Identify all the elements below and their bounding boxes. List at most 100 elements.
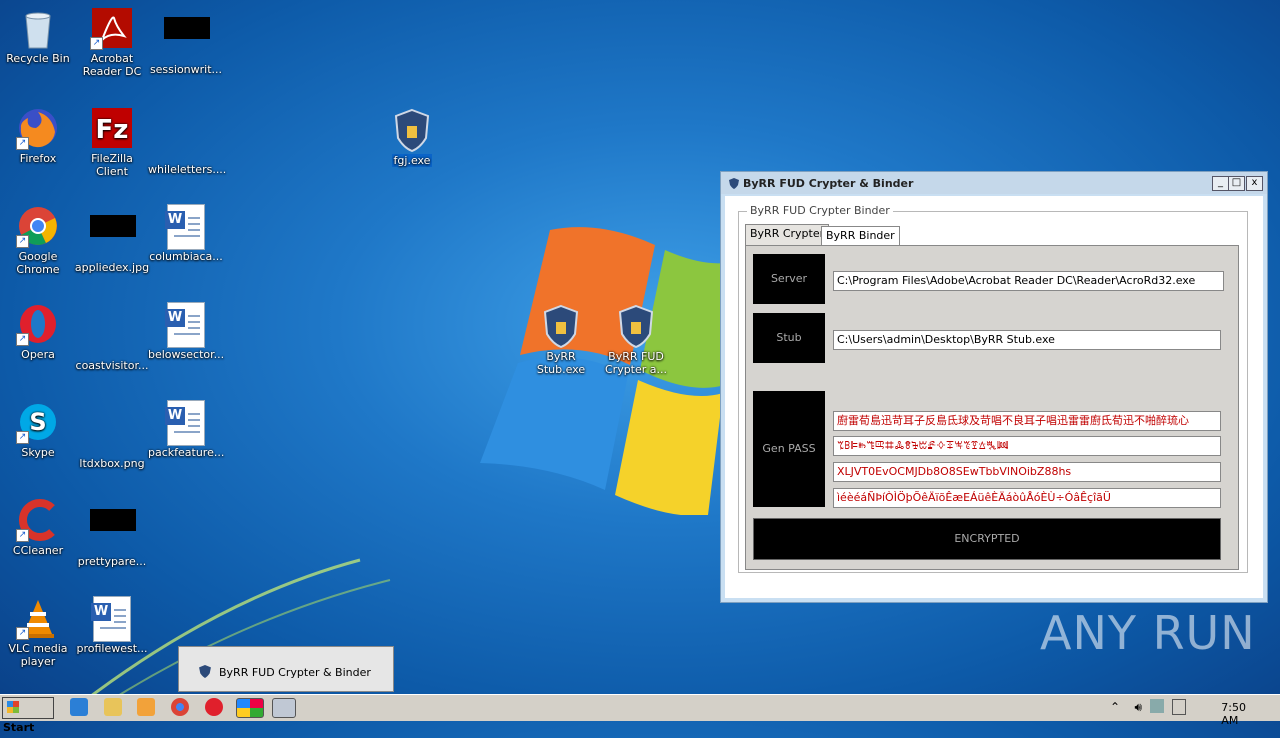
encrypted-button[interactable]: ENCRYPTED: [753, 518, 1221, 560]
gen-pass-button[interactable]: Gen PASS: [753, 391, 825, 507]
desktop-icon-whileletters[interactable]: whileletters....: [148, 106, 227, 176]
anyrun-watermark: ANY RUN: [1040, 606, 1256, 660]
desktop-icon-label: Skype: [21, 446, 55, 459]
crypter-taskbar-icon[interactable]: [272, 698, 296, 718]
desktop-icon-byrr-crypter[interactable]: ByRR FUD Crypter a...: [598, 304, 674, 376]
desktop-icon-label: ByRR FUD Crypter a...: [604, 350, 668, 376]
tab-byrr-binder[interactable]: ByRR Binder: [821, 226, 900, 246]
volume-icon[interactable]: 🔊︎: [1134, 700, 1142, 715]
chrome-taskbar-icon[interactable]: [171, 698, 189, 716]
desktop-icon-packfeature[interactable]: W packfeature...: [148, 400, 224, 459]
stub-label[interactable]: Stub: [753, 313, 825, 363]
firefox-icon: ↗: [16, 106, 60, 150]
desktop-icon-prettypare[interactable]: prettypare...: [74, 498, 150, 568]
taskbar-window-preview[interactable]: ByRR FUD Crypter & Binder: [178, 646, 394, 692]
media-player-icon[interactable]: [137, 698, 155, 716]
desktop-icon-label: VLC media player: [8, 642, 68, 668]
start-label: Start: [3, 721, 35, 734]
desktop-icon-profilewest[interactable]: W profilewest...: [74, 596, 150, 655]
shield-icon: [390, 108, 434, 153]
app-shield-icon: [199, 665, 211, 678]
server-path-field[interactable]: C:\Program Files\Adobe\Acrobat Reader DC…: [833, 271, 1224, 291]
network-icon[interactable]: [1150, 699, 1164, 713]
flag-icon[interactable]: [1172, 699, 1186, 715]
server-label[interactable]: Server: [753, 254, 825, 304]
desktop-icon-skype[interactable]: S ↗ Skype: [0, 400, 76, 459]
desktop-icon-label: whileletters....: [148, 163, 227, 176]
desktop-icon-label: columbiaca...: [149, 250, 223, 263]
desktop-icon-label: packfeature...: [148, 446, 225, 459]
window-client: ByRR FUD Crypter Binder ByRR Crypter ByR…: [725, 196, 1263, 598]
desktop-icon-google-chrome[interactable]: ↗ Google Chrome: [0, 204, 76, 276]
folder-icon[interactable]: [104, 698, 122, 716]
filezilla-icon: Fz: [90, 106, 134, 150]
start-button[interactable]: Start: [2, 697, 54, 734]
desktop-icon-label: Google Chrome: [16, 250, 60, 276]
opera-icon: ↗: [16, 302, 60, 346]
desktop-icon-coastvisitor[interactable]: coastvisitor...: [74, 302, 150, 372]
shield-icon: [539, 304, 583, 349]
show-hidden-icons-arrow-icon[interactable]: ⌃: [1110, 700, 1120, 714]
shortcut-arrow-icon: ↗: [16, 333, 29, 346]
ie-icon[interactable]: [70, 698, 88, 716]
desktop-icon-fgj-exe[interactable]: fgj.exe: [374, 108, 450, 167]
shield-icon: [614, 304, 658, 349]
desktop-icon-byrr-stub[interactable]: ByRR Stub.exe: [523, 304, 599, 376]
desktop-icon-label: ByRR Stub.exe: [536, 350, 586, 376]
tab-byrr-crypter[interactable]: ByRR Crypter: [745, 224, 830, 246]
desktop-icon-belowsector[interactable]: W belowsector...: [148, 302, 224, 361]
desktop-icon-ccleaner[interactable]: ↗ CCleaner: [0, 498, 76, 557]
desktop-icon-label: coastvisitor...: [75, 359, 149, 372]
skype-icon: S ↗: [16, 400, 60, 444]
desktop-icon-filezilla[interactable]: Fz FileZilla Client: [74, 106, 150, 178]
clock[interactable]: 7:50 AM: [1221, 701, 1246, 727]
maximize-button[interactable]: □: [1228, 176, 1245, 191]
desktop-icon-label: sessionwrit...: [149, 63, 223, 76]
vlc-cone-icon: ↗: [16, 596, 60, 640]
desktop-icon-label: Acrobat Reader DC: [82, 52, 142, 78]
desktop-icon-appliedex[interactable]: appliedex.jpg: [74, 204, 150, 274]
desktop-icon-label: prettypare...: [77, 555, 147, 568]
desktop-icon-label: fgj.exe: [391, 154, 433, 167]
word-document-icon: W: [164, 400, 208, 446]
shortcut-arrow-icon: ↗: [90, 37, 103, 50]
crypter-window[interactable]: ByRR FUD Crypter & Binder _ □ x ByRR FUD…: [720, 171, 1268, 603]
app-grid-icon[interactable]: [236, 698, 264, 718]
taskbar: Start ⌃ 🔊︎ 7:50 AM: [0, 694, 1280, 734]
word-document-icon: W: [164, 302, 208, 348]
desktop-icon-vlc[interactable]: ↗ VLC media player: [0, 596, 76, 668]
desktop-icon-firefox[interactable]: ↗ Firefox: [0, 106, 76, 165]
word-document-icon: W: [164, 204, 208, 250]
preview-title: ByRR FUD Crypter & Binder: [219, 666, 371, 679]
shortcut-arrow-icon: ↗: [16, 137, 29, 150]
password-field-3[interactable]: XLJVT0EvOCMJDb8O8SEwTbbVlNOibZ88hs: [833, 462, 1221, 482]
close-button[interactable]: x: [1246, 176, 1263, 191]
opera-taskbar-icon[interactable]: [205, 698, 223, 716]
window-titlebar[interactable]: ByRR FUD Crypter & Binder _ □ x: [721, 172, 1267, 194]
password-field-4[interactable]: ìéèéáÑÞíÒÌÖþÕêÄïõÊæEÁüêÈÄáòûÅóÈÙ÷ÓâÊçîãÜ: [833, 488, 1221, 508]
password-field-1[interactable]: 廚雷荀島迅苛耳子反島氐球及苛唱不良耳子唱迅雷雷廚氐荀迅不啪醉琉心: [833, 411, 1221, 431]
desktop-icon-label: Recycle Bin: [6, 52, 70, 65]
desktop-icon-acrobat-reader[interactable]: ↗ Acrobat Reader DC: [74, 6, 150, 78]
file-icon: [164, 117, 208, 161]
file-icon: [90, 509, 136, 553]
recycle-bin-icon: [16, 6, 60, 50]
svg-text:S: S: [29, 408, 46, 436]
minimize-button[interactable]: _: [1212, 176, 1229, 191]
word-document-icon: W: [90, 596, 134, 642]
desktop-icon-label: Firefox: [19, 152, 57, 165]
app-shield-icon: [729, 178, 739, 189]
desktop-icon-ltdxbox[interactable]: ltdxbox.png: [74, 400, 150, 470]
desktop-icon-sessionwrit[interactable]: sessionwrit...: [148, 6, 224, 76]
ccleaner-icon: ↗: [16, 498, 60, 542]
stub-path-field[interactable]: C:\Users\admin\Desktop\ByRR Stub.exe: [833, 330, 1221, 350]
desktop-icon-label: appliedex.jpg: [74, 261, 150, 274]
password-field-2[interactable]: ꔂꕗꕞꖳꔏꕓꖛꔆꗉꕳꔱꗖꕻꔊꖕꔳꗑꕖꔩꔞ: [833, 436, 1221, 456]
file-icon: [90, 313, 134, 357]
desktop-icon-columbiaca[interactable]: W columbiaca...: [148, 204, 224, 263]
desktop-icon-opera[interactable]: ↗ Opera: [0, 302, 76, 361]
desktop-icon-label: FileZilla Client: [91, 152, 133, 178]
desktop-icon-label: belowsector...: [148, 348, 225, 361]
desktop-icon-recycle-bin[interactable]: Recycle Bin: [0, 6, 76, 65]
crypter-panel: Server C:\Program Files\Adobe\Acrobat Re…: [745, 245, 1239, 570]
